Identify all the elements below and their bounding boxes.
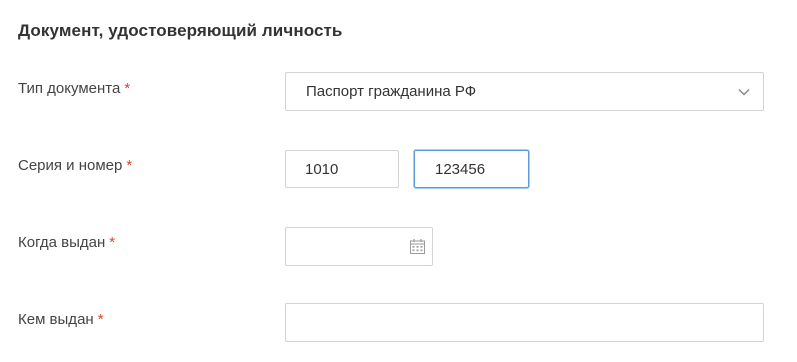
issued-by-label: Кем выдан *	[18, 311, 104, 328]
issue-date-label: Когда выдан *	[18, 234, 115, 251]
doc-type-label-text: Тип документа	[18, 80, 121, 97]
series-number-label-text: Серия и номер	[18, 157, 123, 174]
series-number-label: Серия и номер *	[18, 157, 132, 174]
passport-number-input[interactable]	[414, 150, 529, 188]
issue-date-label-text: Когда выдан	[18, 234, 106, 251]
required-mark: *	[126, 157, 133, 174]
identity-document-form: Документ, удостоверяющий личность Тип до…	[0, 0, 797, 362]
doc-type-label: Тип документа *	[18, 80, 130, 97]
required-mark: *	[97, 311, 104, 328]
issue-date-input[interactable]	[285, 227, 433, 266]
issued-by-label-text: Кем выдан	[18, 311, 94, 328]
calendar-icon[interactable]	[409, 238, 426, 255]
required-mark: *	[109, 234, 116, 251]
doc-type-selected-value: Паспорт гражданина РФ	[306, 83, 477, 100]
section-title: Документ, удостоверяющий личность	[18, 21, 343, 40]
issued-by-input[interactable]	[285, 303, 764, 342]
chevron-down-icon	[738, 88, 750, 96]
required-mark: *	[124, 80, 131, 97]
passport-series-input[interactable]	[285, 150, 399, 188]
doc-type-select[interactable]: Паспорт гражданина РФ	[285, 72, 764, 111]
